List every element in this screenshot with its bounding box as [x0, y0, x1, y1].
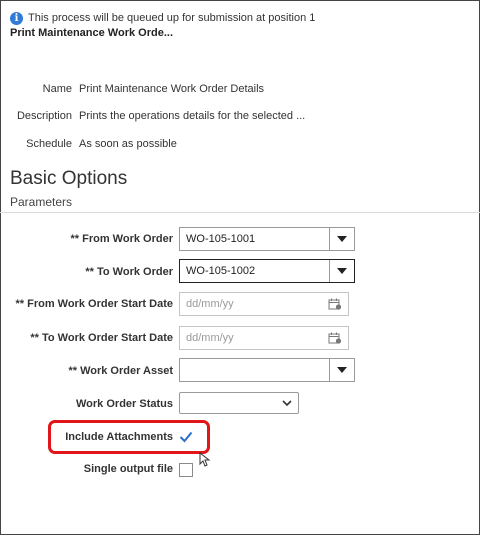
single-output-label: Single output file [83, 463, 173, 475]
asset-label: ** Work Order Asset [68, 365, 173, 377]
to-start-date-placeholder: dd/mm/yy [186, 332, 234, 344]
from-start-date-label: ** From Work Order Start Date [15, 298, 173, 310]
process-title: Print Maintenance Work Orde... [10, 27, 173, 39]
asset-value[interactable] [180, 359, 329, 381]
to-work-order-combobox[interactable]: WO-105-1002 [179, 259, 355, 283]
from-start-date-field[interactable]: dd/mm/yy [179, 292, 349, 316]
chevron-down-icon [337, 268, 347, 274]
description-label: Description [16, 110, 72, 122]
description-value: Prints the operations details for the se… [79, 110, 306, 122]
calendar-icon[interactable] [328, 332, 342, 344]
schedule-label: Schedule [26, 138, 72, 150]
section-heading: Basic Options [10, 168, 128, 189]
from-work-order-combobox[interactable]: WO-105-1001 [179, 227, 355, 251]
single-output-checkbox[interactable] [179, 463, 193, 477]
asset-combobox[interactable] [179, 358, 355, 382]
from-work-order-label: ** From Work Order [70, 233, 174, 245]
to-work-order-value[interactable]: WO-105-1002 [180, 260, 329, 282]
from-work-order-value[interactable]: WO-105-1001 [180, 228, 329, 250]
name-value: Print Maintenance Work Order Details [79, 83, 265, 95]
name-label: Name [42, 83, 72, 95]
queue-notice-text: This process will be queued up for submi… [28, 12, 316, 24]
from-work-order-dropdown-button[interactable] [329, 228, 354, 250]
calendar-icon[interactable] [328, 298, 342, 310]
to-work-order-dropdown-button[interactable] [329, 260, 354, 282]
chevron-down-icon [337, 236, 347, 242]
status-select[interactable] [179, 392, 299, 414]
to-start-date-label: ** To Work Order Start Date [30, 332, 173, 344]
highlight-box [48, 420, 210, 454]
from-start-date-placeholder: dd/mm/yy [186, 298, 234, 310]
status-label: Work Order Status [76, 398, 173, 410]
schedule-value: As soon as possible [79, 138, 177, 150]
divider [0, 212, 480, 213]
to-work-order-label: ** To Work Order [85, 266, 173, 278]
queue-notice: i This process will be queued up for sub… [10, 10, 315, 26]
chevron-down-icon [337, 367, 347, 373]
mouse-cursor-icon [199, 452, 211, 467]
to-start-date-field[interactable]: dd/mm/yy [179, 326, 349, 350]
asset-dropdown-button[interactable] [329, 359, 354, 381]
info-icon: i [10, 11, 23, 25]
section-subheading: Parameters [10, 195, 73, 209]
chevron-down-icon [282, 399, 292, 406]
